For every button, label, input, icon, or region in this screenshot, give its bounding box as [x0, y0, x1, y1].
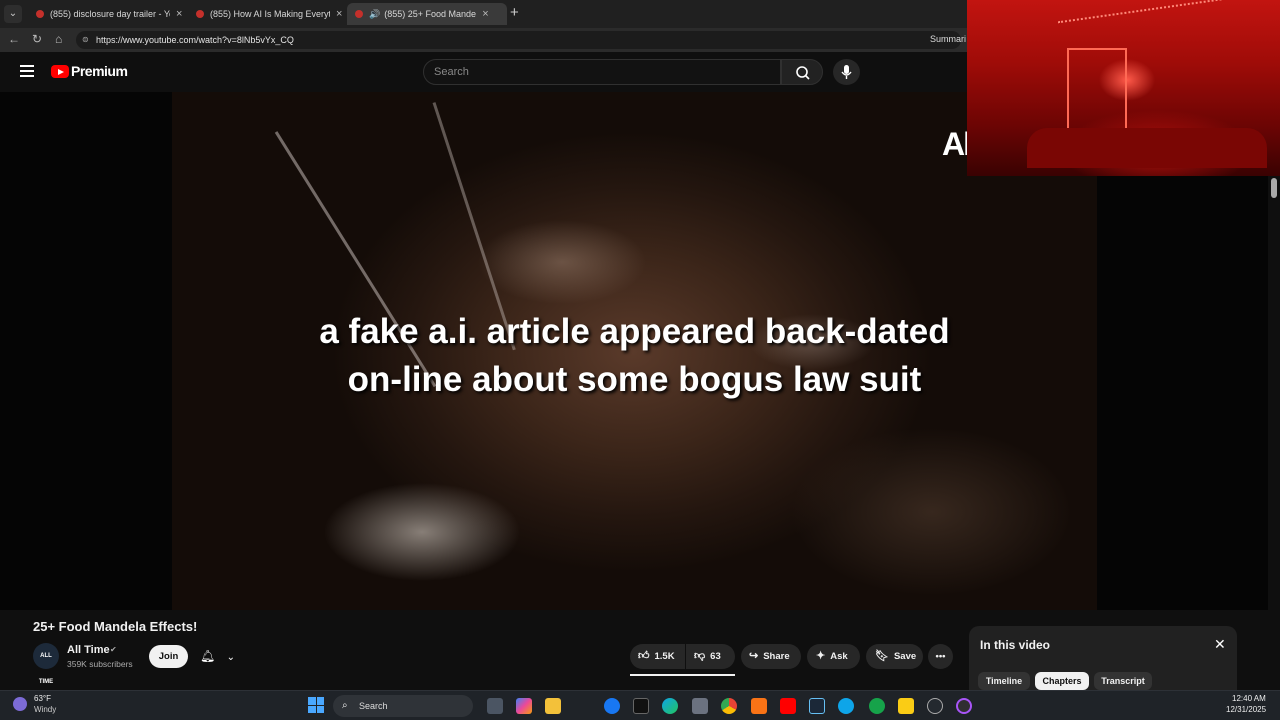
- share-button[interactable]: ↪ Share: [741, 644, 801, 669]
- bookmark-icon: 🔖︎: [875, 650, 889, 662]
- xbox-icon[interactable]: [869, 698, 885, 714]
- voice-search-button[interactable]: [833, 59, 860, 85]
- search-input[interactable]: Search: [423, 59, 781, 85]
- save-button[interactable]: 🔖︎ Save: [866, 644, 923, 669]
- subscriber-count: 359K subscribers: [67, 659, 133, 669]
- like-progress-bar: [630, 674, 735, 676]
- youtube-favicon-icon: [196, 10, 204, 18]
- weather-temperature[interactable]: 63°F: [34, 694, 51, 703]
- video-title: 25+ Food Mandela Effects!: [33, 619, 198, 634]
- dislike-count: 63: [710, 651, 721, 662]
- microphone-icon: [841, 65, 852, 79]
- youtube-premium-logo[interactable]: Premium: [71, 63, 128, 79]
- tab-close-icon[interactable]: ×: [176, 8, 182, 20]
- summarize-button[interactable]: Summari: [930, 34, 966, 44]
- taskbar-search-label: Search: [359, 701, 388, 711]
- bell-icon: 🔔︎: [200, 649, 216, 663]
- calculator-icon[interactable]: [692, 698, 708, 714]
- tab-chapters[interactable]: Chapters: [1035, 672, 1089, 690]
- chevron-down-icon: ⌄: [226, 652, 235, 663]
- back-icon[interactable]: ←: [8, 32, 20, 46]
- search-icon: [796, 66, 810, 80]
- tab-title: (855) How AI Is Making Everything: [210, 9, 330, 19]
- app-icon[interactable]: [838, 698, 854, 714]
- edge-icon[interactable]: [662, 698, 678, 714]
- join-button[interactable]: Join: [149, 645, 188, 668]
- tab-title: (855) disclosure day trailer - YouTube: [50, 9, 170, 19]
- steam-icon[interactable]: [809, 698, 825, 714]
- folder-icon[interactable]: [545, 698, 561, 714]
- more-actions-button[interactable]: •••: [928, 644, 953, 669]
- share-icon: ↪: [749, 650, 759, 662]
- sparkle-icon: ✦: [816, 650, 826, 662]
- video-caption: a fake a.i. article appeared back-dated …: [172, 308, 1097, 404]
- search-button[interactable]: [781, 59, 823, 85]
- room-doorway: [1067, 48, 1127, 134]
- channel-name[interactable]: All Time: [67, 644, 110, 656]
- url-text: https://www.youtube.com/watch?v=8lNb5vYx…: [96, 35, 294, 45]
- more-icon: •••: [935, 651, 946, 662]
- windows-start-icon[interactable]: [308, 697, 324, 713]
- youtube-icon[interactable]: [780, 698, 796, 714]
- windows-taskbar: 63°F Windy ⌕ Search 12:40 AM 12/31/2025: [0, 690, 1280, 720]
- channel-avatar[interactable]: ALL TIME: [33, 643, 59, 685]
- tab-timeline[interactable]: Timeline: [978, 672, 1030, 690]
- youtube-logo-icon[interactable]: [51, 65, 69, 78]
- obs-icon[interactable]: [956, 698, 972, 714]
- github-icon[interactable]: [927, 698, 943, 714]
- ask-label: Ask: [830, 651, 848, 662]
- scrollbar-thumb[interactable]: [1271, 178, 1277, 198]
- webcam-overlay: [967, 0, 1280, 176]
- tab-close-icon[interactable]: ×: [482, 8, 488, 20]
- home-icon[interactable]: ⌂: [55, 32, 62, 46]
- tab-close-icon[interactable]: ×: [336, 8, 342, 20]
- weather-icon[interactable]: [13, 697, 27, 711]
- led-strip: [1057, 0, 1277, 24]
- tab-title: (855) 25+ Food Mandela Effects: [384, 9, 477, 19]
- chapters-panel-title: In this video: [980, 638, 1051, 652]
- amazon-icon[interactable]: [633, 698, 649, 714]
- thumbs-up-icon: 👍︎: [638, 650, 650, 662]
- site-info-icon[interactable]: ⊜: [82, 31, 89, 49]
- dislike-button[interactable]: 👎︎ 63: [686, 644, 735, 669]
- address-bar[interactable]: ⊜ https://www.youtube.com/watch?v=8lNb5v…: [76, 31, 961, 49]
- caption-line: a fake a.i. article appeared back-dated: [319, 312, 950, 351]
- subscription-bell-button[interactable]: 🔔︎ ⌄: [194, 645, 244, 668]
- reload-icon[interactable]: ↻: [32, 32, 42, 46]
- thumbs-down-icon: 👎︎: [694, 650, 706, 662]
- browser-tab-active[interactable]: 🔊 (855) 25+ Food Mandela Effects ×: [347, 3, 507, 25]
- chrome-icon[interactable]: [721, 698, 737, 714]
- copilot-icon[interactable]: [516, 698, 532, 714]
- clock-time[interactable]: 12:40 AM: [1232, 694, 1266, 703]
- menu-icon[interactable]: [20, 65, 34, 77]
- sticky-notes-icon[interactable]: [898, 698, 914, 714]
- ask-button[interactable]: ✦ Ask: [807, 644, 860, 669]
- close-icon[interactable]: ✕: [1214, 636, 1226, 653]
- chapters-panel: In this video ✕ Timeline Chapters Transc…: [969, 626, 1237, 690]
- clock-date[interactable]: 12/31/2025: [1226, 705, 1266, 714]
- taskbar-search[interactable]: ⌕ Search: [333, 695, 473, 717]
- room-bed: [1027, 128, 1267, 168]
- audio-playing-icon[interactable]: 🔊: [369, 9, 380, 20]
- browser-tab[interactable]: (855) disclosure day trailer - YouTube ×: [28, 3, 182, 25]
- like-count: 1.5K: [654, 651, 675, 662]
- tab-transcript[interactable]: Transcript: [1094, 672, 1152, 690]
- video-watermark: Al: [942, 126, 972, 162]
- youtube-favicon-icon: [355, 10, 363, 18]
- caption-line: on-line about some bogus law suit: [347, 360, 922, 399]
- share-label: Share: [763, 651, 790, 662]
- page-scrollbar[interactable]: [1268, 176, 1280, 686]
- browser-tab[interactable]: (855) How AI Is Making Everything ×: [188, 3, 342, 25]
- file-explorer-icon[interactable]: [487, 698, 503, 714]
- search-icon: ⌕: [342, 700, 348, 711]
- save-label: Save: [893, 651, 917, 662]
- weather-condition[interactable]: Windy: [34, 705, 56, 714]
- tab-search-button[interactable]: ⌄: [4, 5, 22, 23]
- new-tab-button[interactable]: +: [510, 4, 519, 21]
- verified-badge-icon: ✔: [110, 645, 117, 654]
- vlc-icon[interactable]: [751, 698, 767, 714]
- like-button[interactable]: 👍︎ 1.5K: [630, 644, 685, 669]
- facebook-icon[interactable]: [604, 698, 620, 714]
- youtube-favicon-icon: [36, 10, 44, 18]
